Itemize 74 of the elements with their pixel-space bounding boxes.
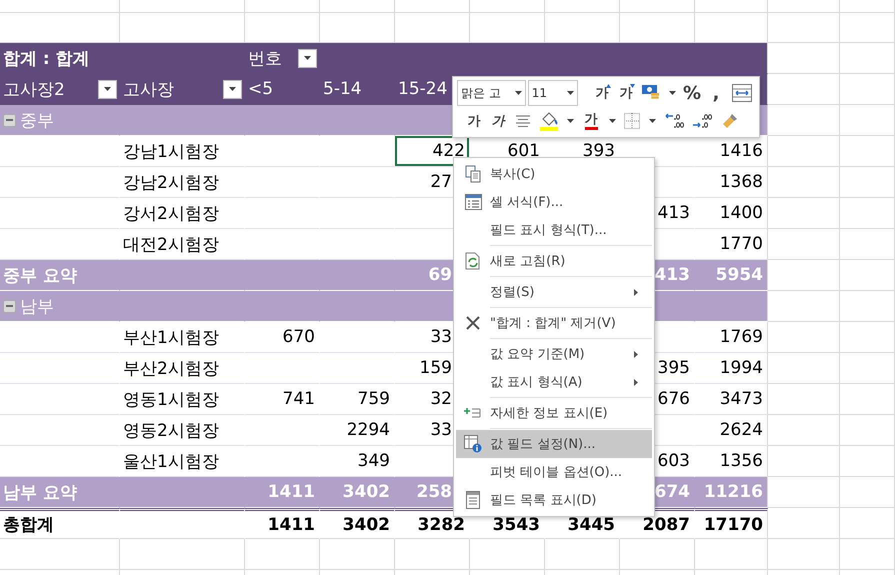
italic-button[interactable]: 가 — [487, 109, 509, 133]
pivot-title: 합계 : 합계 — [3, 48, 90, 70]
table-arrows-icon — [732, 84, 752, 102]
table-cell: 5954 — [695, 260, 768, 291]
format-button[interactable]: , — [705, 81, 727, 105]
submenu-arrow-icon — [634, 350, 638, 358]
refresh-icon — [464, 252, 482, 270]
collapse-icon[interactable] — [3, 300, 16, 312]
decimal-arrow-icon — [664, 112, 684, 130]
shrink-font-button[interactable]: 가 — [615, 81, 637, 105]
delete-icon — [465, 315, 481, 331]
font-color-button[interactable]: 가 — [579, 109, 603, 133]
font-name-dropdown[interactable]: 맑은 고 — [457, 80, 526, 106]
table-cell: 1368 — [695, 167, 768, 198]
brush-icon — [721, 112, 739, 130]
column-header: 5-14 — [320, 74, 395, 105]
caret-icon — [229, 87, 236, 91]
table-cell: 17170 — [695, 508, 768, 539]
submenu-arrow-icon — [634, 288, 638, 296]
grid-icon — [624, 113, 640, 129]
font-size-dropdown[interactable]: 11 — [528, 80, 578, 106]
table-cell: 422 — [395, 136, 470, 167]
add-list-icon — [464, 406, 482, 420]
up-triangle-icon — [606, 84, 611, 88]
row-label: 총합계 — [0, 508, 120, 539]
copy-icon — [465, 165, 481, 183]
field-label: 고사장 — [123, 78, 174, 100]
table-cell: 1356 — [695, 446, 768, 477]
row-label: 중부 요약 — [0, 260, 120, 291]
caret-icon — [304, 56, 311, 60]
format-cells-icon — [464, 194, 482, 210]
table-cell: 3402 — [320, 477, 395, 508]
table-cell: 1411 — [245, 508, 320, 539]
table-cell: 3402 — [320, 508, 395, 539]
table-cell: 1770 — [695, 229, 768, 260]
align-center-icon — [515, 115, 531, 127]
column-header: <5 — [245, 74, 320, 105]
caret-icon — [104, 87, 111, 91]
table-cell: 3473 — [695, 384, 768, 415]
table-cell: 1400 — [695, 198, 768, 229]
caret-icon — [514, 91, 522, 95]
field-list-icon — [466, 491, 480, 509]
table-cell: 1994 — [695, 353, 768, 384]
table-cell: 3282 — [395, 508, 470, 539]
grow-font-button[interactable]: 가 — [591, 81, 613, 105]
menu-item[interactable]: 값 필드 설정(N)... — [456, 430, 652, 458]
format-button[interactable]: % — [681, 81, 703, 105]
table-cell: 2624 — [695, 415, 768, 446]
caret-icon — [566, 119, 574, 123]
filter-dropdown-button[interactable] — [223, 80, 242, 98]
filter-dropdown-button[interactable] — [98, 80, 117, 98]
table-cell: 1769 — [695, 322, 768, 353]
filter-dropdown-button[interactable] — [298, 48, 317, 68]
group-label: 남부 — [20, 296, 54, 318]
row-label: 남부 요약 — [0, 477, 120, 508]
field-label: 번호 — [248, 48, 282, 70]
table-cell: 1416 — [695, 136, 768, 167]
table-cell: 11216 — [695, 477, 768, 508]
money-icon — [641, 84, 661, 102]
collapse-icon[interactable] — [3, 114, 16, 126]
group-label: 중부 — [20, 110, 54, 132]
table-cell: 1411 — [245, 477, 320, 508]
decimal-arrow-icon — [692, 112, 712, 130]
caret-icon — [608, 119, 616, 123]
bold-button[interactable]: 가 — [463, 109, 485, 133]
caret-icon — [566, 91, 574, 95]
wrap-text-button[interactable] — [729, 81, 755, 105]
field-label: 고사장2 — [3, 78, 65, 100]
caret-icon — [668, 91, 676, 95]
caret-icon — [648, 119, 656, 123]
down-triangle-icon — [630, 84, 635, 88]
paint-bucket-icon — [539, 111, 559, 131]
field-settings-icon — [464, 435, 482, 453]
submenu-arrow-icon — [634, 378, 638, 386]
